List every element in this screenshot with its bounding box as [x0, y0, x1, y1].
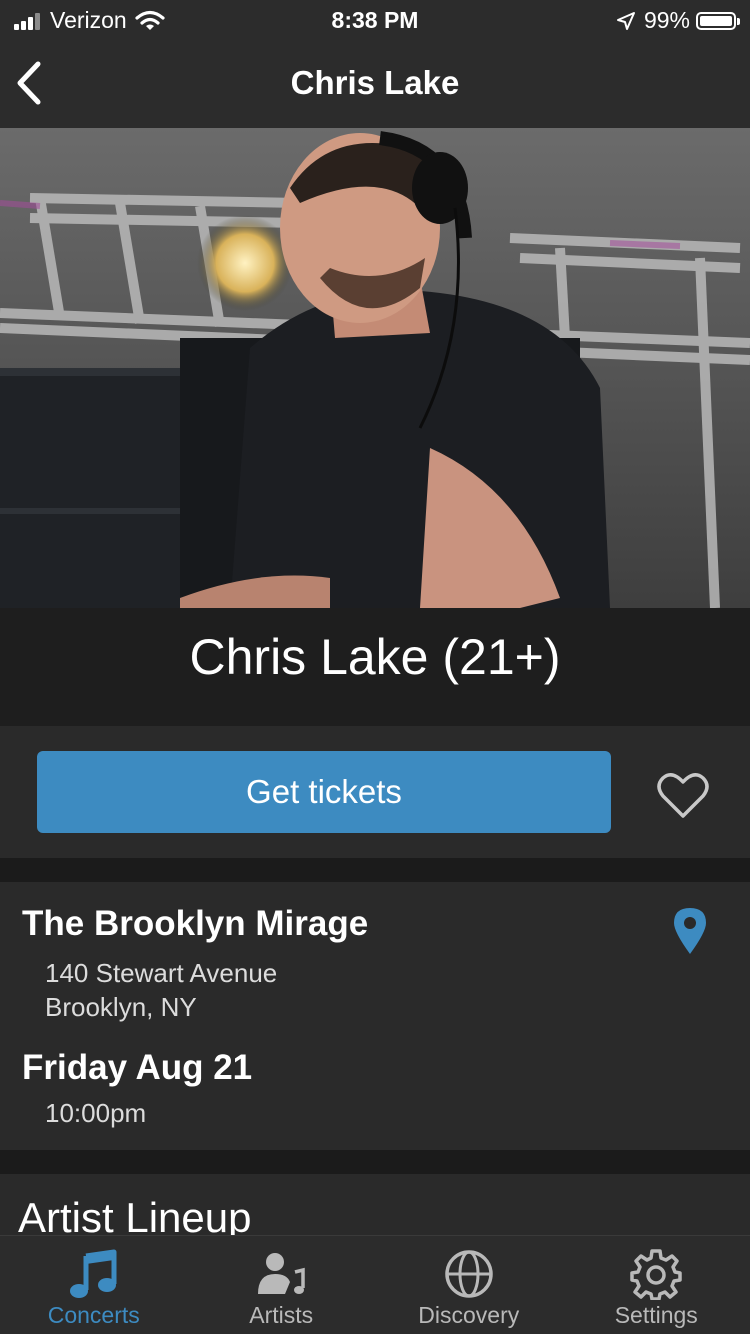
address-line-1: 140 Stewart Avenue	[45, 958, 278, 988]
navigation-bar: Chris Lake	[0, 40, 750, 128]
concert-detail-screen: Verizon 8:38 PM 99% Chris Lake Chris Lak…	[0, 0, 750, 1334]
artist-photo-illustration	[0, 128, 750, 608]
venue-address: 140 Stewart Avenue Brooklyn, NY	[45, 956, 277, 1024]
artist-lineup-section: Artist Lineup	[0, 1174, 750, 1236]
status-bar: Verizon 8:38 PM 99%	[0, 0, 750, 40]
map-pin-icon	[674, 908, 706, 954]
battery-level	[700, 15, 732, 26]
venue-details: The Brooklyn Mirage 140 Stewart Avenue B…	[0, 882, 750, 1150]
favorite-button[interactable]	[655, 771, 711, 821]
tab-artists[interactable]: Artists	[188, 1236, 376, 1334]
event-header: Chris Lake (21+)	[0, 608, 750, 726]
event-title: Chris Lake (21+)	[189, 629, 561, 685]
artist-photo	[0, 128, 750, 608]
event-date: Friday Aug 21	[22, 1048, 253, 1087]
artist-lineup-heading: Artist Lineup	[18, 1194, 252, 1236]
battery-percent: 99%	[643, 7, 690, 33]
tab-concerts[interactable]: Concerts	[0, 1236, 188, 1334]
event-time: 10:00pm	[45, 1098, 147, 1128]
tab-bar: Concerts Artists Discovery Settings	[0, 1235, 750, 1334]
battery-icon	[696, 11, 740, 30]
tab-label: Artists	[249, 1302, 314, 1328]
tab-label: Concerts	[47, 1302, 140, 1328]
tab-settings[interactable]: Settings	[563, 1236, 750, 1334]
tab-discovery[interactable]: Discovery	[375, 1236, 563, 1334]
tab-label: Discovery	[418, 1302, 520, 1328]
location-arrow-icon	[616, 11, 635, 30]
address-line-2: Brooklyn, NY	[45, 992, 197, 1022]
venue-name: The Brooklyn Mirage	[22, 904, 369, 943]
globe-icon	[445, 1250, 493, 1298]
get-tickets-button[interactable]: Get tickets	[37, 751, 611, 833]
tab-label: Settings	[614, 1302, 698, 1328]
heart-outline-icon	[657, 773, 709, 818]
artist-icon	[258, 1253, 305, 1294]
page-title: Chris Lake	[290, 64, 460, 101]
tickets-row: Get tickets	[0, 726, 750, 858]
map-pin-button[interactable]	[672, 906, 708, 956]
music-note-icon	[69, 1249, 117, 1298]
status-right: 99%	[616, 7, 740, 34]
gear-icon	[630, 1249, 682, 1300]
